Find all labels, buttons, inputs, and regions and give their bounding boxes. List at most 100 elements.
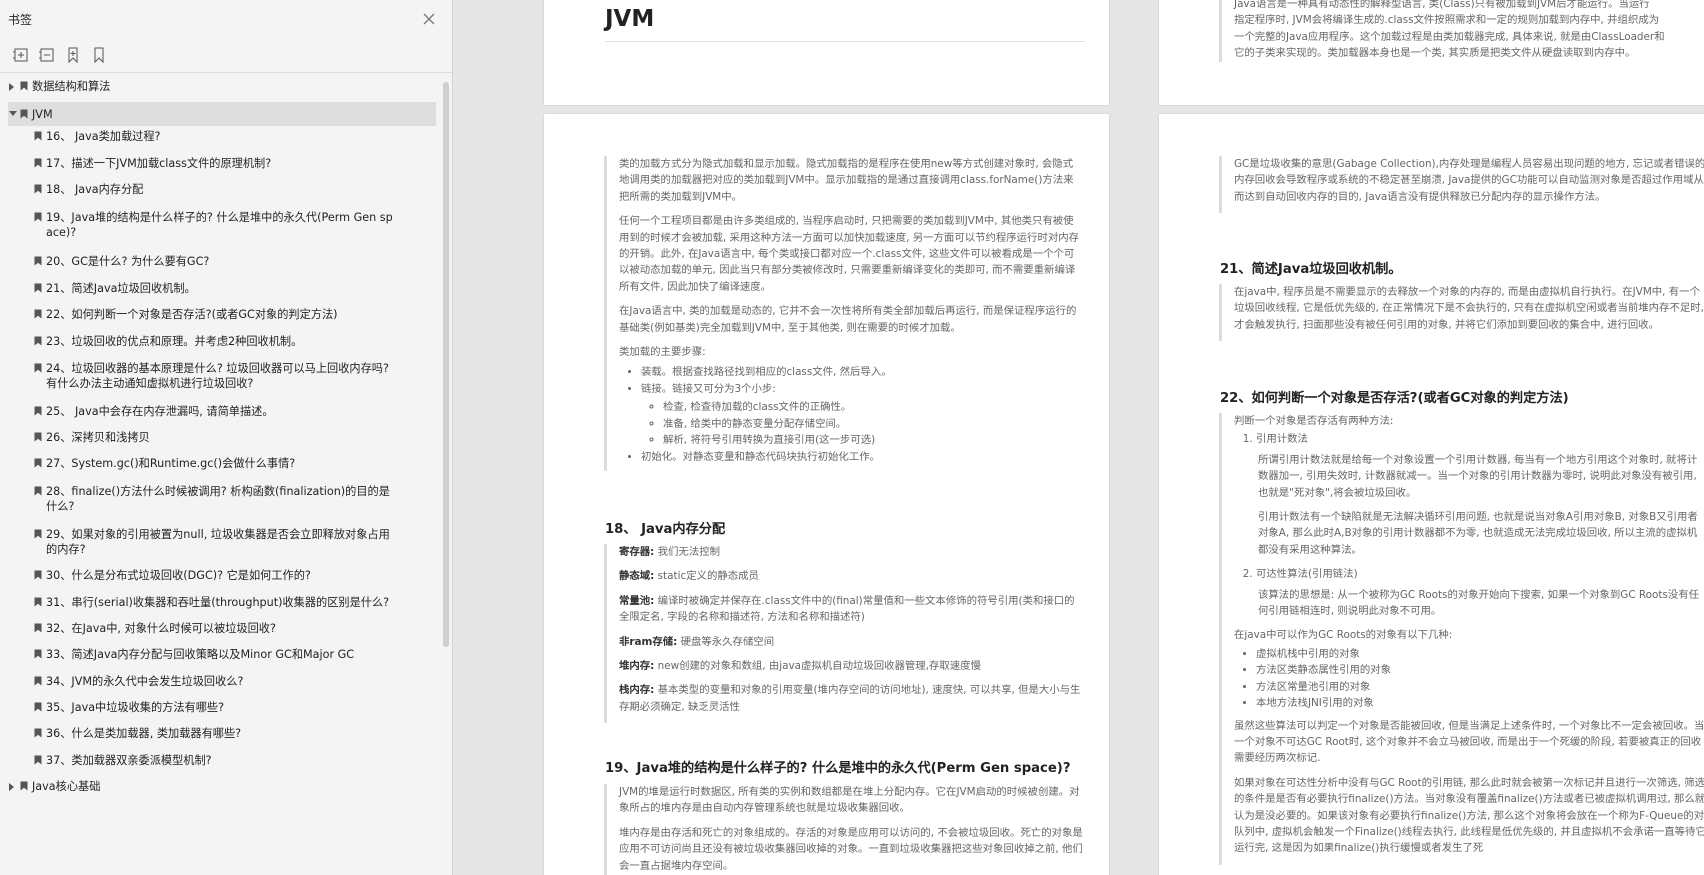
gc-section: GC是垃圾收集的意思(Gabage Collection),内存处理是编程人员容… bbox=[1219, 156, 1704, 214]
definition: 编译时被确定并保存在.class文件中的(final)常量值和一些文本修饰的符号… bbox=[619, 594, 1075, 624]
gc-mechanism-section: 在java中, 程序员是不需要显示的去释放一个对象的内存的, 而是由虚拟机自行执… bbox=[1219, 284, 1704, 342]
bookmark-label: 数据结构和算法 bbox=[32, 80, 111, 93]
bookmark-label: 32、在Java中, 对象什么时候可以被垃圾回收? bbox=[46, 622, 276, 635]
bookmark-label: Java核心基础 bbox=[32, 780, 101, 793]
bookmark-item[interactable]: 18、 Java内存分配 bbox=[0, 181, 442, 203]
list-item: 虚拟机栈中引用的对象 bbox=[1256, 646, 1704, 662]
definition: 基本类型的变量和对象的引用变量(堆内存空间的访问地址), 速度快, 可以共享, … bbox=[619, 684, 1081, 713]
definition: static定义的静态成员 bbox=[657, 570, 759, 583]
method-detail: 所谓引用计数法就是给每一个对象设置一个引用计数器, 每当有一个地方引用这个对象时… bbox=[1234, 452, 1704, 558]
collapse-all-icon[interactable] bbox=[38, 46, 56, 64]
bookmark-label: 30、什么是分布式垃圾回收(DGC)? 它是如何工作的? bbox=[46, 569, 311, 582]
bookmark-icon bbox=[34, 309, 42, 319]
bookmark-label: 34、JVM的永久代中会发生垃圾回收么? bbox=[46, 675, 244, 688]
bookmark-icon bbox=[34, 158, 42, 168]
chevron-right-icon[interactable] bbox=[9, 83, 14, 91]
bookmark-label: 24、垃圾回收器的基本原理是什么? 垃圾回收器可以马上回收内存吗? 有什么办法主… bbox=[46, 362, 393, 390]
bookmark-label: 37、类加载器双亲委派模型机制? bbox=[46, 754, 212, 767]
list-item: 方法区类静态属性引用的对象 bbox=[1256, 662, 1704, 678]
document-viewer: JVM Java语言是一种具有动态性的解释型语言, 类(Class)只有被加载到… bbox=[453, 0, 1704, 875]
chevron-down-icon[interactable] bbox=[9, 111, 17, 116]
bookmark-label: JVM bbox=[32, 108, 53, 121]
steps-list: 装载。根据查找路径找到相应的class文件, 然后导入。 链接。链接又可分为3个… bbox=[619, 364, 1083, 464]
bookmark-item[interactable]: 17、描述一下JVM加载class文件的原理机制? bbox=[0, 155, 442, 177]
bookmark-item[interactable]: 16、 Java类加载过程? bbox=[0, 128, 442, 150]
close-icon[interactable] bbox=[420, 10, 438, 28]
list-item: 本地方法栈JNI引用的对象 bbox=[1256, 695, 1704, 711]
chevron-right-icon[interactable] bbox=[9, 783, 14, 791]
bookmark-item[interactable]: 26、深拷贝和浅拷贝 bbox=[0, 429, 442, 451]
bookmark-label: 16、 Java类加载过程? bbox=[46, 130, 161, 143]
bookmark-item[interactable]: 31、串行(serial)收集器和吞吐量(throughput)收集器的区别是什… bbox=[0, 594, 442, 616]
heap-section: JVM的堆是运行时数据区, 所有类的实例和数组都是在堆上分配内存。它在JVM启动… bbox=[604, 784, 1083, 875]
bookmark-icon bbox=[34, 256, 42, 266]
paragraph: 任何一个工程项目都是由许多类组成的, 当程序启动时, 只把需要的类加载到JVM中… bbox=[619, 215, 1080, 293]
bookmark-item[interactable]: 29、如果对象的引用被置为null, 垃圾收集器是否会立即释放对象占用的内存? bbox=[0, 526, 442, 564]
paragraph: 虽然这些算法可以判定一个对象是否能被回收, 但是当满足上述条件时, 一个对象比不… bbox=[1234, 719, 1704, 765]
sidebar-scrollbar[interactable] bbox=[443, 82, 449, 647]
term: 静态域: bbox=[619, 570, 655, 583]
title-divider bbox=[605, 41, 1085, 42]
bookmark-item[interactable]: 23、垃圾回收的优点和原理。并考虑2种回收机制。 bbox=[0, 333, 442, 355]
heading-22: 22、如何判断一个对象是否存活?(或者GC对象的判定方法) bbox=[1220, 391, 1569, 406]
bookmark-item[interactable]: 19、Java堆的结构是什么样子的? 什么是堆中的永久代(Perm Gen sp… bbox=[0, 209, 442, 249]
bookmark-item[interactable]: 33、简述Java内存分配与回收策略以及Minor GC和Major GC bbox=[0, 646, 442, 668]
list-item: 方法区常量池引用的对象 bbox=[1256, 679, 1704, 695]
bookmark-item[interactable]: 32、在Java中, 对象什么时候可以被垃圾回收? bbox=[0, 620, 442, 642]
term: 寄存器: bbox=[619, 546, 655, 558]
bookmark-icon bbox=[34, 131, 42, 141]
page-bottom-right: GC是垃圾收集的意思(Gabage Collection),内存处理是编程人员容… bbox=[1159, 114, 1704, 875]
gc-roots-list: 虚拟机栈中引用的对象 方法区类静态属性引用的对象 方法区常量池引用的对象 本地方… bbox=[1234, 646, 1704, 712]
expand-all-icon[interactable] bbox=[12, 46, 30, 64]
bookmarks-header: 书签 bbox=[0, 0, 452, 40]
paragraph: 堆内存: new创建的对象和数组, 由java虚拟机自动垃圾回收器管理,存取速度… bbox=[619, 658, 1083, 674]
bookmark-icon bbox=[34, 755, 42, 765]
bookmark-icon bbox=[34, 676, 42, 686]
bookmark-icon[interactable] bbox=[90, 46, 108, 64]
bookmark-icon bbox=[34, 458, 42, 468]
bookmarks-toolbar bbox=[0, 40, 452, 73]
bookmark-label: 28、finalize()方法什么时候被调用? 析构函数(finalizatio… bbox=[46, 485, 390, 513]
bookmark-label: 19、Java堆的结构是什么样子的? 什么是堆中的永久代(Perm Gen sp… bbox=[46, 211, 393, 239]
bookmark-item[interactable]: 27、System.gc()和Runtime.gc()会做什么事情? bbox=[0, 455, 442, 477]
term: 常量池: bbox=[619, 594, 655, 607]
text-line: 指定程序时, JVM会将编译生成的.class文件按照需求和一定的规则加载到内存… bbox=[1234, 14, 1660, 27]
substeps-list: 检查, 检查待加载的class文件的正确性。 准备, 给类中的静态变量分配存储空… bbox=[641, 399, 1083, 448]
bookmark-item[interactable]: 35、Java中垃圾收集的方法有哪些? bbox=[0, 699, 442, 721]
bookmark-label: 29、如果对象的引用被置为null, 垃圾收集器是否会立即释放对象占用的内存? bbox=[46, 528, 390, 556]
bookmark-icon bbox=[34, 336, 42, 346]
bookmark-icon bbox=[34, 728, 42, 738]
bookmark-item[interactable]: 28、finalize()方法什么时候被调用? 析构函数(finalizatio… bbox=[0, 483, 442, 521]
bookmark-group[interactable]: Java核心基础 bbox=[0, 778, 442, 798]
bookmark-group[interactable]: JVM bbox=[8, 102, 436, 126]
list-item: 引用计数法 bbox=[1256, 431, 1704, 447]
bookmark-icon bbox=[34, 283, 42, 293]
bookmark-label: 31、串行(serial)收集器和吞吐量(throughput)收集器的区别是什… bbox=[46, 596, 390, 609]
bookmark-item[interactable]: 21、简述Java垃圾回收机制。 bbox=[0, 280, 442, 302]
bookmark-icon bbox=[34, 432, 42, 442]
bookmark-item[interactable]: 34、JVM的永久代中会发生垃圾回收么? bbox=[0, 673, 442, 695]
add-bookmark-icon[interactable] bbox=[64, 46, 82, 64]
bookmark-icon bbox=[20, 781, 28, 791]
bookmark-item[interactable]: 22、如何判断一个对象是否存活?(或者GC对象的判定方法) bbox=[0, 306, 442, 328]
bookmark-icon bbox=[34, 570, 42, 580]
bookmark-item[interactable]: 24、垃圾回收器的基本原理是什么? 垃圾回收器可以马上回收内存吗? 有什么办法主… bbox=[0, 360, 442, 398]
bookmark-group[interactable]: 数据结构和算法 bbox=[0, 78, 442, 98]
list-item: 解析, 将符号引用转换为直接引用(这一步可选) bbox=[663, 432, 1083, 448]
list-item: 可达性算法(引用链法) bbox=[1256, 566, 1704, 582]
bookmark-item[interactable]: 36、什么是类加载器, 类加载器有哪些? bbox=[0, 725, 442, 747]
bookmark-label: 22、如何判断一个对象是否存活?(或者GC对象的判定方法) bbox=[46, 308, 338, 321]
definition: 我们无法控制 bbox=[657, 546, 720, 558]
definition: new创建的对象和数组, 由java虚拟机自动垃圾回收器管理,存取速度慢 bbox=[657, 660, 981, 673]
classloader-paragraph: Java语言是一种具有动态性的解释型语言, 类(Class)只有被加载到JVM后… bbox=[1219, 0, 1704, 62]
bookmark-item[interactable]: 37、类加载器双亲委派模型机制? bbox=[0, 752, 442, 774]
bookmark-icon bbox=[34, 212, 42, 222]
object-liveness-section: 判断一个对象是否存活有两种方法: 引用计数法 所谓引用计数法就是给每一个对象设置… bbox=[1219, 413, 1704, 865]
text-line: Java语言是一种具有动态性的解释型语言, 类(Class)只有被加载到JVM后… bbox=[1234, 0, 1650, 10]
paragraph: 在java中可以作为GC Roots的对象有以下几种: bbox=[1234, 629, 1453, 642]
bookmark-item[interactable]: 25、 Java中会存在内存泄漏吗, 请简单描述。 bbox=[0, 403, 442, 425]
bookmark-item[interactable]: 20、GC是什么? 为什么要有GC? bbox=[0, 253, 442, 275]
bookmark-item[interactable]: 30、什么是分布式垃圾回收(DGC)? 它是如何工作的? bbox=[0, 567, 442, 589]
bookmark-icon bbox=[34, 623, 42, 633]
list-item: 检查, 检查待加载的class文件的正确性。 bbox=[663, 399, 1083, 415]
